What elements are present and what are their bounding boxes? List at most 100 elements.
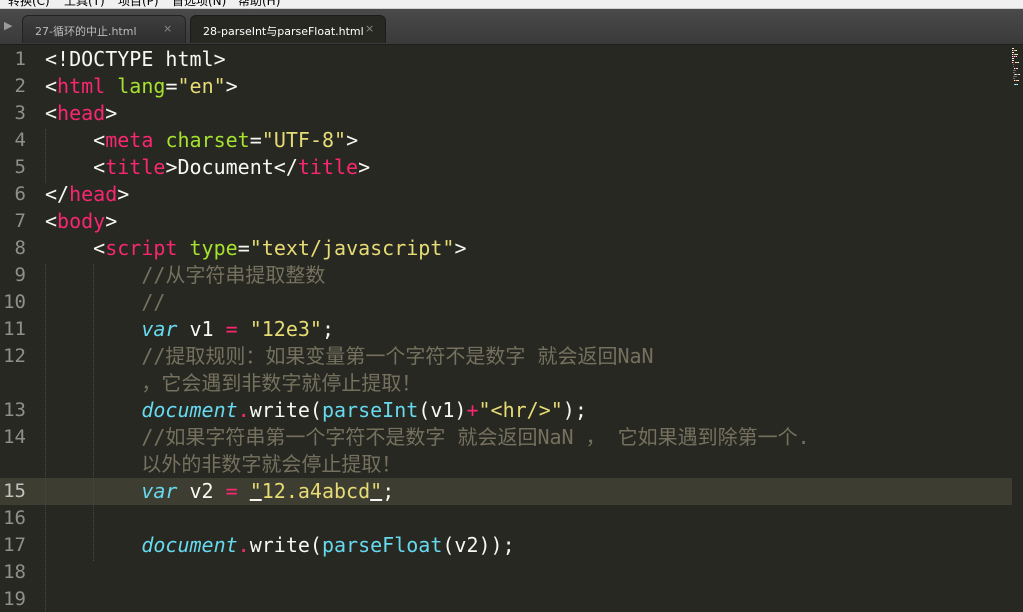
code-token: . bbox=[237, 533, 250, 557]
code-token: head bbox=[57, 101, 106, 125]
code-line[interactable]: 2 <html lang="en"> bbox=[0, 73, 1023, 100]
line-number: 18 bbox=[3, 561, 26, 583]
close-icon[interactable]: × bbox=[365, 22, 374, 35]
code-line[interactable]: ，它会遇到非数字就停止提取！ bbox=[0, 370, 1023, 397]
code-token: + bbox=[466, 398, 479, 422]
minimap-stroke bbox=[1013, 58, 1014, 59]
code-text: <script type="text/javascript"> bbox=[45, 235, 466, 262]
minimap[interactable] bbox=[1012, 45, 1023, 612]
line-number: 3 bbox=[14, 102, 26, 124]
code-line[interactable]: 7 <body> bbox=[0, 208, 1023, 235]
code-token: title bbox=[297, 155, 359, 179]
code-line[interactable]: 4 <meta charset="UTF-8"> bbox=[0, 127, 1023, 154]
tab-loop-break[interactable]: 27-循环的中止.html × bbox=[22, 15, 186, 43]
code-text: </head> bbox=[45, 181, 129, 208]
menu-item-tools[interactable]: 工具(T) bbox=[64, 0, 105, 8]
code-line[interactable]: 17 document.write(parseFloat(v2)); bbox=[0, 532, 1023, 559]
editor-window: 转换(C) 工具(T) 项目(P) 首选项(N) 帮助(H) ▶ 27-循环的中… bbox=[0, 0, 1023, 612]
code-token: </ bbox=[45, 182, 70, 206]
code-line[interactable]: 1 <!DOCTYPE html> bbox=[0, 46, 1023, 73]
code-text: // bbox=[45, 289, 165, 316]
code-text: 以外的非数字就会停止提取！ bbox=[45, 451, 401, 478]
minimap-stroke bbox=[1012, 76, 1018, 77]
minimap-stroke bbox=[1012, 64, 1015, 65]
code-token: > bbox=[225, 74, 238, 98]
tab-label: 27-循环的中止.html bbox=[35, 25, 137, 38]
minimap-stroke bbox=[1016, 54, 1018, 55]
code-line[interactable]: 6 </head> bbox=[0, 181, 1023, 208]
indent-guide bbox=[45, 129, 46, 183]
code-token: < bbox=[45, 101, 58, 125]
code-line[interactable]: 9 //从字符串提取整数 bbox=[0, 262, 1023, 289]
code-editor[interactable]: 1 <!DOCTYPE html> 2 <html lang="en"> 3 <head>… bbox=[0, 45, 1023, 612]
tab-parseint-parsefloat[interactable]: 28-parseInt与parseFloat.html × bbox=[190, 15, 386, 43]
menu-bar: 转换(C) 工具(T) 项目(P) 首选项(N) 帮助(H) bbox=[0, 0, 1023, 9]
code-line[interactable]: 11 var v1 = "12e3"; bbox=[0, 316, 1023, 343]
code-line[interactable]: 18 bbox=[0, 559, 1023, 586]
line-number: 19 bbox=[3, 588, 26, 610]
minimap-stroke bbox=[1012, 70, 1017, 71]
code-line[interactable]: 以外的非数字就会停止提取！ bbox=[0, 451, 1023, 478]
code-token: //提取规则：如果变量第一个字符不是数字 就会返回NaN bbox=[45, 344, 654, 368]
code-text: ，它会遇到非数字就停止提取！ bbox=[45, 370, 421, 397]
menu-item-project[interactable]: 项目(P) bbox=[118, 0, 159, 8]
minimap-stroke bbox=[1018, 74, 1020, 75]
code-token: html bbox=[57, 74, 106, 98]
code-token: 以外的非数字就会停止提取！ bbox=[45, 452, 402, 476]
code-token: > bbox=[346, 128, 359, 152]
code-line[interactable]: 5 <title>Document</title> bbox=[0, 154, 1023, 181]
code-text: document.write(parseInt(v1)+"<hr/>"); bbox=[45, 397, 587, 424]
code-line[interactable]: 19 bbox=[0, 586, 1023, 612]
code-token: ; bbox=[321, 317, 335, 341]
code-text: <html lang="en"> bbox=[45, 73, 238, 100]
line-number: 5 bbox=[14, 156, 26, 178]
line-number: 15 bbox=[3, 480, 26, 502]
code-line[interactable]: 14 //如果字符串第一个字符不是数字 就会返回NaN ， 它如果遇到除第一个. bbox=[0, 424, 1023, 451]
line-number: 12 bbox=[3, 345, 26, 367]
line-number: 8 bbox=[14, 237, 26, 259]
close-icon[interactable]: × bbox=[163, 22, 172, 35]
menu-item-preferences[interactable]: 首选项(N) bbox=[172, 0, 226, 8]
minimap-stroke bbox=[1012, 48, 1014, 49]
line-number: 10 bbox=[3, 291, 26, 313]
code-line[interactable]: 10 // bbox=[0, 289, 1023, 316]
code-token: charset bbox=[165, 128, 250, 152]
code-token: v2 bbox=[177, 479, 226, 503]
code-line[interactable]: 15 var v2 = "12.a4abcd"; bbox=[0, 478, 1023, 505]
code-line[interactable]: 12 //提取规则：如果变量第一个字符不是数字 就会返回NaN bbox=[0, 343, 1023, 370]
code-token: "UTF-8" bbox=[261, 128, 347, 152]
line-number: 4 bbox=[14, 129, 26, 151]
code-text: document.write(parseFloat(v2)); bbox=[45, 532, 515, 559]
tab-scroll-left-icon[interactable]: ▶ bbox=[4, 19, 12, 32]
code-token: var bbox=[141, 479, 178, 503]
menu-item-convert[interactable]: 转换(C) bbox=[8, 0, 50, 8]
code-text: <!DOCTYPE html> bbox=[45, 46, 226, 73]
code-token: write( bbox=[249, 533, 322, 557]
line-number: 1 bbox=[14, 48, 26, 70]
code-token: "12e3" bbox=[249, 317, 322, 341]
code-token: (v2)); bbox=[442, 533, 515, 557]
code-token: //如果字符串第一个字符不是数字 就会返回NaN ， 它如果遇到除第一个. bbox=[45, 425, 810, 449]
minimap-stroke bbox=[1016, 68, 1018, 69]
code-token: " bbox=[249, 479, 262, 503]
menu-item-help[interactable]: 帮助(H) bbox=[238, 0, 280, 8]
code-text: <meta charset="UTF-8"> bbox=[45, 127, 358, 154]
code-line[interactable]: 16 bbox=[0, 505, 1023, 532]
minimap-stroke bbox=[1018, 80, 1020, 81]
minimap-stroke bbox=[1012, 72, 1015, 73]
code-line[interactable]: 8 <script type="text/javascript"> bbox=[0, 235, 1023, 262]
code-token: " bbox=[370, 479, 383, 503]
code-token: = bbox=[225, 317, 238, 341]
minimap-stroke bbox=[1012, 78, 1015, 79]
code-token: "en" bbox=[177, 74, 226, 98]
code-token: head bbox=[69, 182, 118, 206]
line-number: 17 bbox=[3, 534, 26, 556]
code-token: ，它会遇到非数字就停止提取！ bbox=[45, 371, 422, 395]
code-token: "text/javascript" bbox=[249, 236, 455, 260]
line-number: 9 bbox=[14, 264, 26, 286]
code-token: (v1) bbox=[418, 398, 467, 422]
code-line[interactable]: 13 document.write(parseInt(v1)+"<hr/>"); bbox=[0, 397, 1023, 424]
code-line[interactable]: 3 <head> bbox=[0, 100, 1023, 127]
